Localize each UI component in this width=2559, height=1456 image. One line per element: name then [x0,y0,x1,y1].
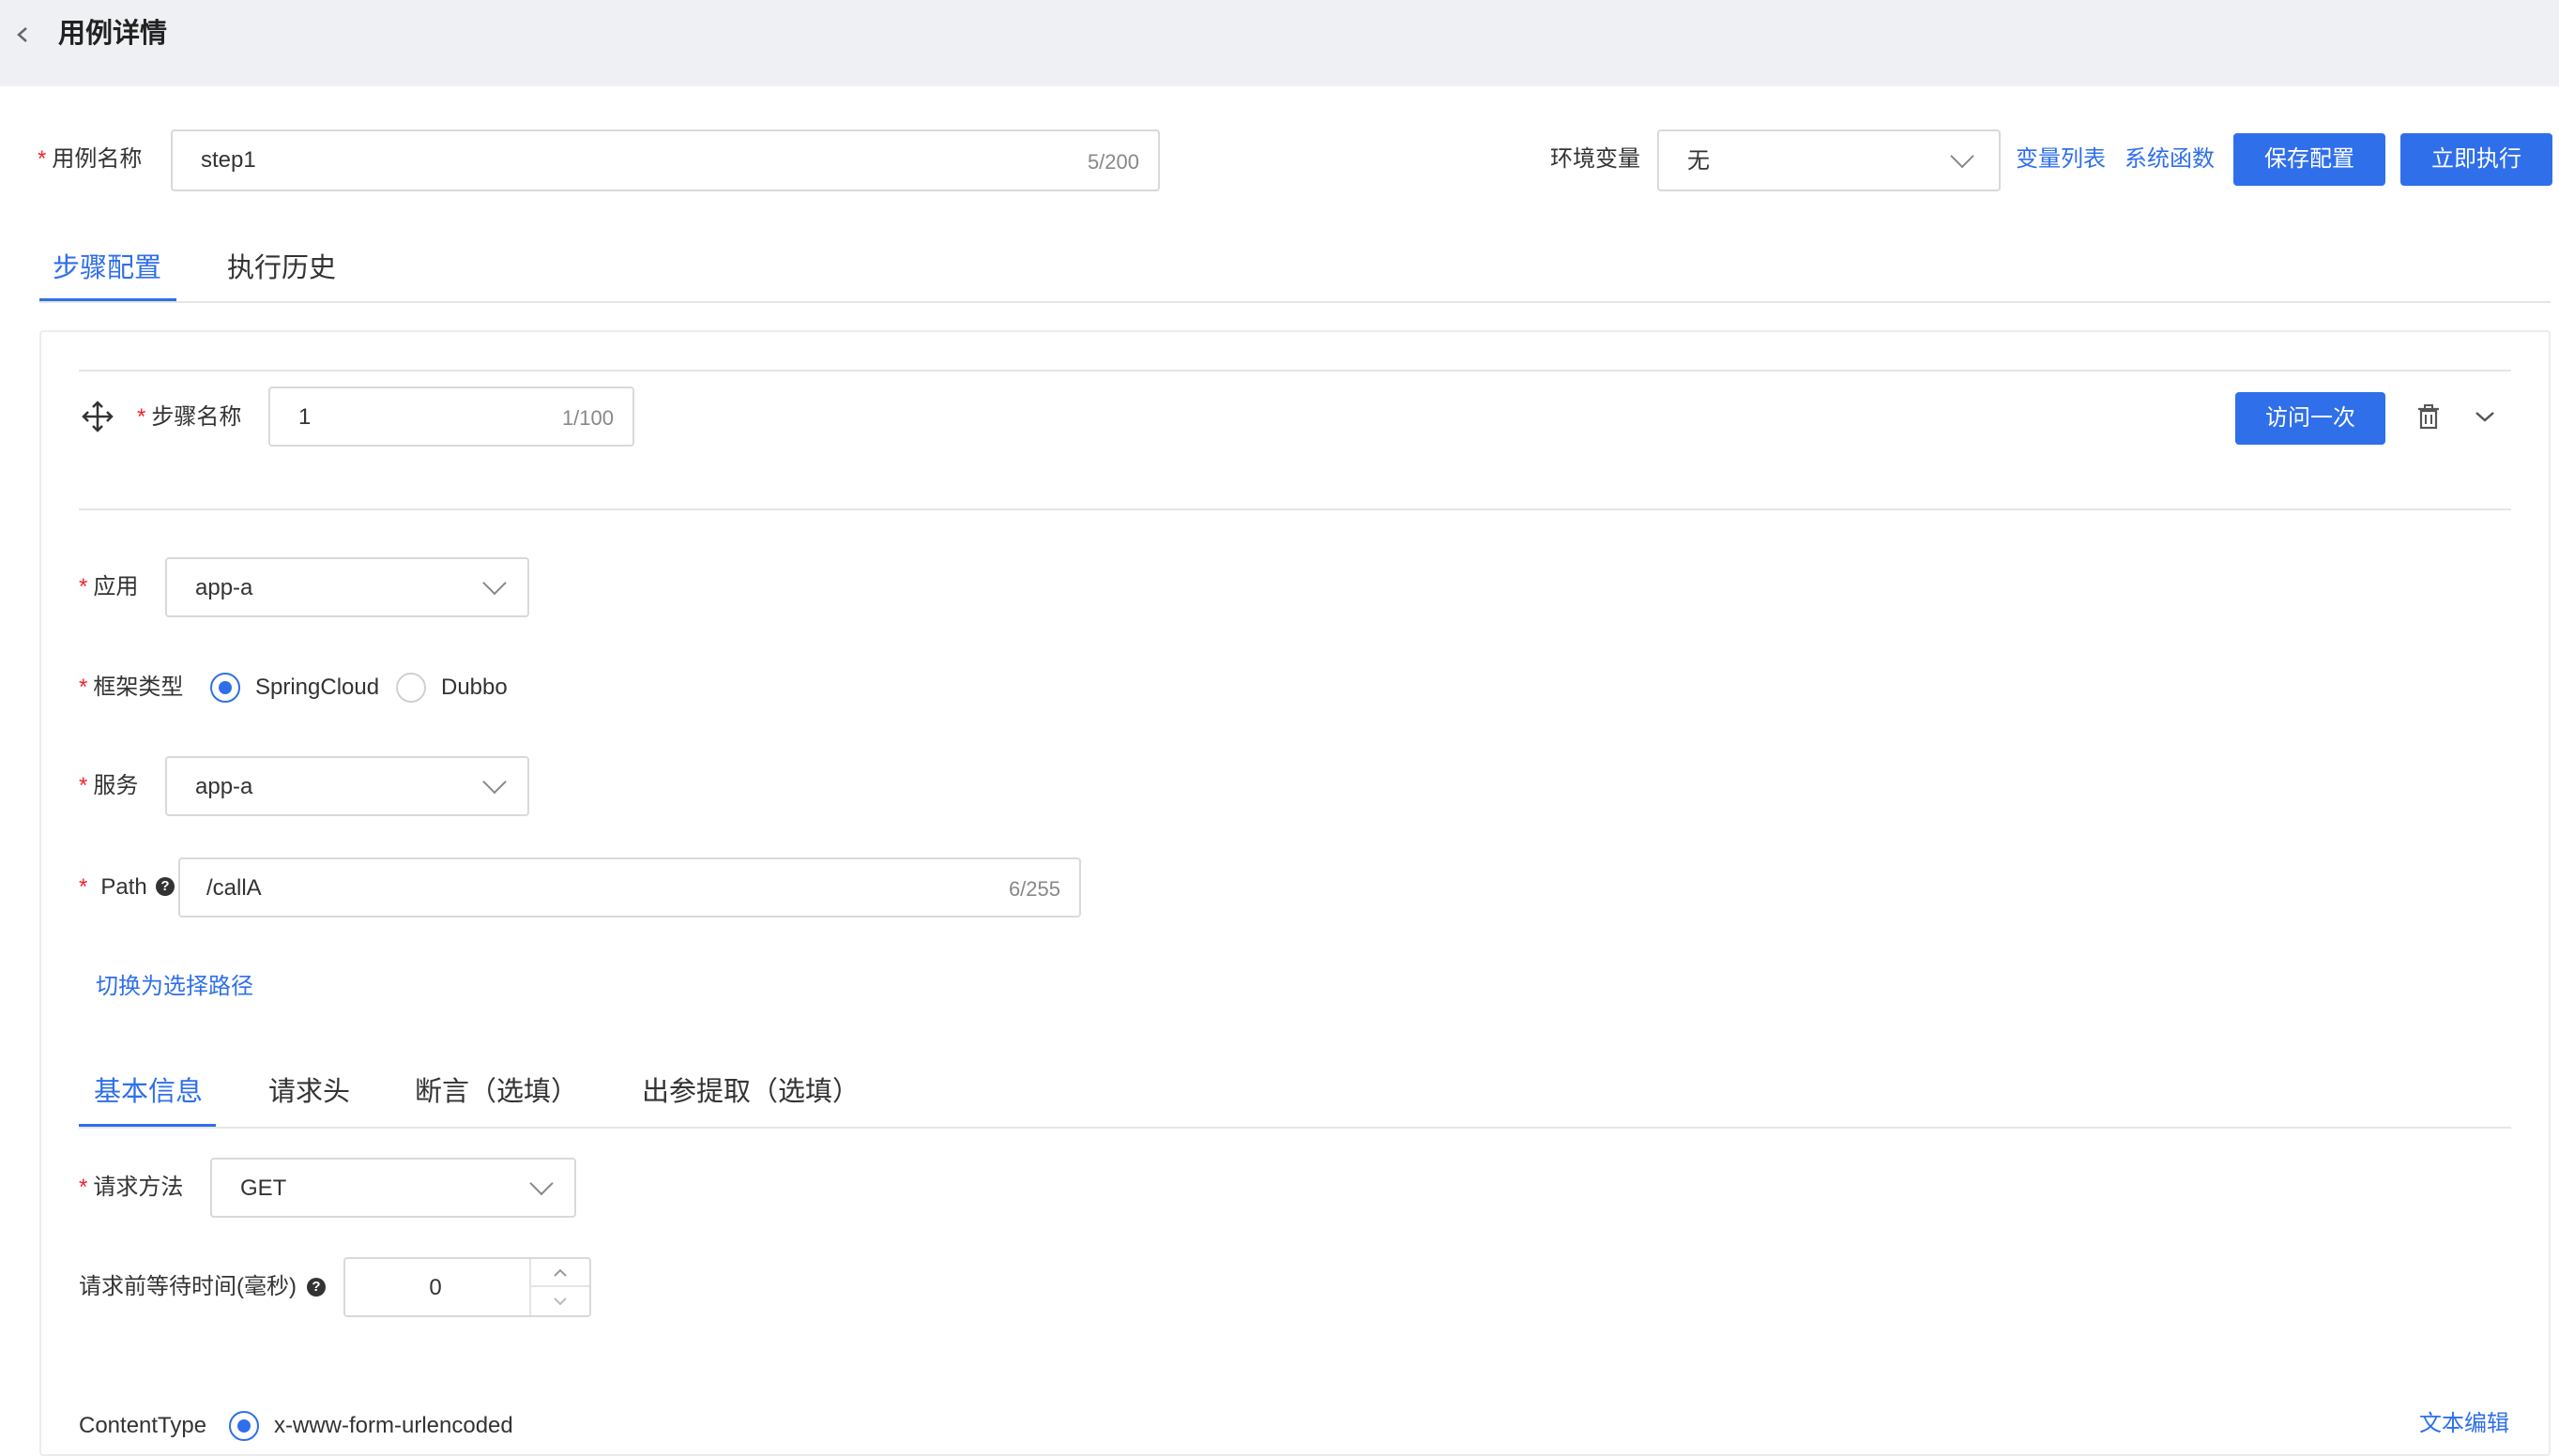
step-name-value: 1 [298,404,312,430]
increment-button[interactable] [531,1259,589,1287]
wait-time-value: 0 [429,1275,442,1300]
chevron-down-icon [1950,144,1974,169]
service-label: * 服务 [79,773,139,798]
app-value: app-a [195,575,253,600]
wait-time-stepper[interactable]: 0 [343,1257,591,1317]
chevron-down-icon [482,769,507,795]
dubbo-radio[interactable] [396,673,426,703]
app-select[interactable]: app-a [165,557,529,617]
step-name-input[interactable]: 1 1/100 [268,387,634,447]
subtabs-divider [79,1127,2511,1129]
question-icon[interactable]: ? [307,1278,326,1297]
method-select[interactable]: GET [210,1158,576,1218]
wait-time-label: 请求前等待时间(毫秒) [79,1274,297,1299]
path-value: /callA [206,875,262,901]
content-type-label: ContentType [79,1413,207,1438]
chevron-down-icon [529,1171,554,1196]
step-name-label: * 步骤名称 [137,404,242,430]
env-value: 无 [1687,148,1710,174]
framework-label: * 框架类型 [79,675,184,700]
subtab-request-headers[interactable]: 请求头 [268,1073,350,1111]
top-bar [0,0,2559,86]
chevron-down-icon [482,570,507,596]
env-label: 环境变量 [1550,146,1640,172]
tab-step-config[interactable]: 步骤配置 [53,250,161,287]
var-list-link[interactable]: 变量列表 [2016,143,2106,176]
sys-func-link[interactable]: 系统函数 [2125,143,2215,176]
path-input[interactable]: /callA 6/255 [178,857,1081,918]
subtab-assertions[interactable]: 断言（选填） [415,1073,578,1111]
chevron-down-icon[interactable] [2474,407,2496,426]
step-top-divider [79,370,2511,372]
case-name-input[interactable]: step1 5/200 [171,129,1160,191]
step-name-count: 1/100 [561,406,614,430]
decrement-button[interactable] [531,1287,589,1315]
env-select[interactable]: 无 [1657,129,2001,191]
service-value: app-a [195,774,253,799]
case-name-value: step1 [201,147,256,173]
dubbo-label: Dubbo [441,675,508,700]
tab-exec-history[interactable]: 执行历史 [227,250,336,287]
page-title: 用例详情 [58,19,168,49]
tabs-divider [39,301,2551,303]
subtab-basic-info[interactable]: 基本信息 [94,1073,203,1111]
app-label: * 应用 [79,574,139,599]
case-name-label: * 用例名称 [38,146,143,172]
step-name-divider [79,508,2511,510]
content-type-value: x-www-form-urlencoded [274,1413,513,1438]
path-count: 6/255 [1008,877,1060,901]
visit-once-button[interactable]: 访问一次 [2235,392,2385,445]
question-icon[interactable]: ? [156,877,175,896]
springcloud-radio[interactable] [210,673,240,703]
service-select[interactable]: app-a [165,756,529,816]
switch-path-link[interactable]: 切换为选择路径 [96,970,253,1004]
method-value: GET [240,1175,287,1201]
path-label: * Path [79,874,147,900]
springcloud-label: SpringCloud [255,675,380,700]
trash-icon[interactable] [2415,403,2442,432]
method-label: * 请求方法 [79,1175,184,1200]
case-name-count: 5/200 [1087,150,1139,174]
subtab-output-extract[interactable]: 出参提取（选填） [642,1073,860,1111]
move-icon[interactable] [81,400,114,433]
run-now-button[interactable]: 立即执行 [2400,133,2552,186]
content-type-radio[interactable] [229,1411,259,1441]
chevron-left-icon[interactable] [13,21,30,49]
text-edit-link[interactable]: 文本编辑 [2419,1407,2509,1441]
save-config-button[interactable]: 保存配置 [2233,133,2385,186]
